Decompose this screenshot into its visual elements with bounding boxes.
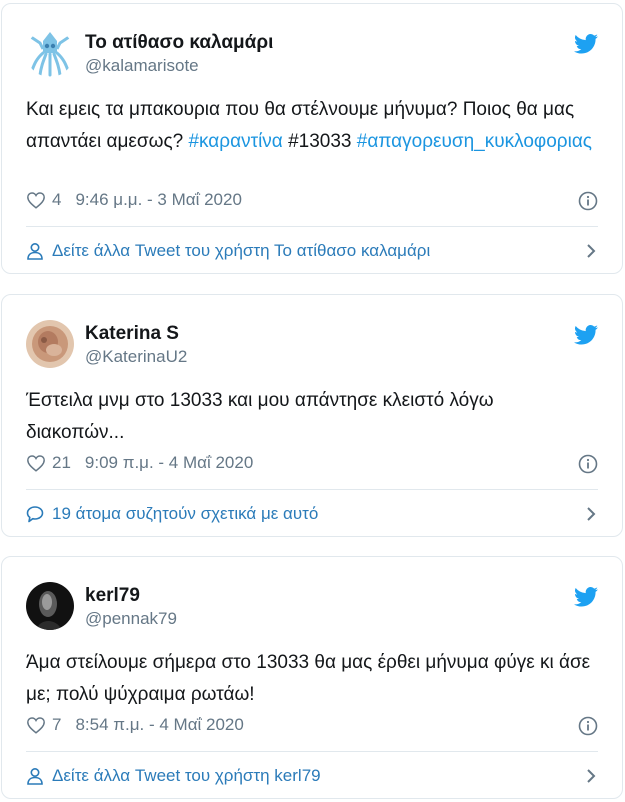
squid-avatar-icon [26,29,74,77]
info-icon[interactable] [578,454,598,474]
heart-icon[interactable] [26,191,46,209]
info-icon[interactable] [578,191,598,211]
dark-photo-avatar-icon [26,582,74,630]
author-handle[interactable]: @kalamarisote [85,56,199,76]
author-handle[interactable]: @pennak79 [85,609,177,629]
tweet-meta: 7 8:54 π.μ. - 4 Μαΐ 2020 [26,715,244,735]
twitter-bird-icon[interactable] [574,34,598,54]
speech-bubble-icon [26,506,44,523]
tweet-text: Άμα στείλουμε σήμερα στο 13033 θα μας έρ… [26,652,591,705]
view-more-tweets-link[interactable]: Δείτε άλλα Tweet του χρήστη Το ατίθασο κ… [26,227,598,275]
like-count: 21 [52,453,71,472]
info-icon[interactable] [578,716,598,736]
author-name[interactable]: Το ατίθασο καλαμάρι [85,32,273,54]
tweet-text: Και εμεις τα μπακουρια που θα στέλνουμε … [26,94,596,158]
tweet-card: Katerina S @KaterinaU2 Έστειλα μνμ στο 1… [1,294,623,537]
tweet-card: kerl79 @pennak79 Άμα στείλουμε σήμερα στ… [1,556,623,799]
footer-label: Δείτε άλλα Tweet του χρήστη Το ατίθασο κ… [52,241,431,260]
footer-label: 19 άτομα συζητούν σχετικά με αυτό [52,504,319,523]
hashtag-link[interactable]: #καραντίνα [188,131,282,152]
tweet-meta: 4 9:46 μ.μ. - 3 Μαΐ 2020 [26,190,242,210]
author-name[interactable]: kerl79 [85,585,140,607]
author-name[interactable]: Katerina S [85,323,179,345]
twitter-bird-icon[interactable] [574,587,598,607]
footer-label: Δείτε άλλα Tweet του χρήστη kerl79 [52,766,321,785]
author-handle[interactable]: @KaterinaU2 [85,347,187,367]
like-count: 4 [52,190,62,209]
tweet-text-part: #13033 [282,131,357,152]
hashtag-link[interactable]: #απαγορευση_κυκλοφοριας [357,131,592,152]
photo-avatar-icon [26,320,74,368]
avatar[interactable] [26,582,74,630]
chevron-right-icon [587,769,596,783]
heart-icon[interactable] [26,716,46,734]
tweet-meta: 21 9:09 π.μ. - 4 Μαΐ 2020 [26,453,253,473]
twitter-bird-icon[interactable] [574,325,598,345]
tweet-text: Έστειλα μνμ στο 13033 και μου απάντησε κ… [26,390,494,443]
avatar[interactable] [26,29,74,77]
conversation-link[interactable]: 19 άτομα συζητούν σχετικά με αυτό [26,490,598,538]
view-more-tweets-link[interactable]: Δείτε άλλα Tweet του χρήστη kerl79 [26,752,598,800]
chevron-right-icon [587,244,596,258]
heart-icon[interactable] [26,454,46,472]
timestamp[interactable]: 8:54 π.μ. - 4 Μαΐ 2020 [75,715,243,735]
person-icon [27,767,43,785]
chevron-right-icon [587,507,596,521]
tweet-card: Το ατίθασο καλαμάρι @kalamarisote Και εμ… [1,3,623,274]
avatar[interactable] [26,320,74,368]
timestamp[interactable]: 9:09 π.μ. - 4 Μαΐ 2020 [85,453,253,473]
person-icon [27,242,43,260]
timestamp[interactable]: 9:46 μ.μ. - 3 Μαΐ 2020 [75,190,241,210]
like-count: 7 [52,715,62,734]
